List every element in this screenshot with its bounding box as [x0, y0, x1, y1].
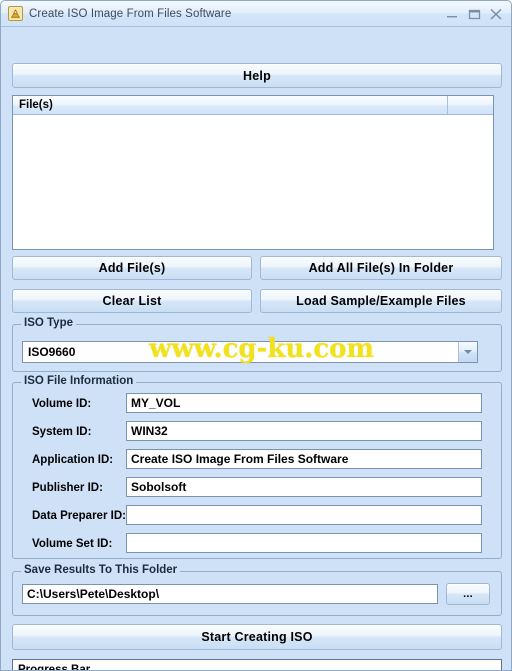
data-preparer-id-field[interactable] — [126, 505, 482, 525]
app-icon — [8, 6, 23, 21]
iso-file-information-group-label: ISO File Information — [21, 375, 137, 387]
title-bar: Create ISO Image From Files Software — [1, 1, 511, 27]
help-button[interactable]: Help — [12, 63, 502, 88]
column-header-spacer[interactable] — [448, 96, 493, 114]
add-all-files-in-folder-button-label: Add All File(s) In Folder — [308, 261, 454, 275]
file-list-header: File(s) — [13, 96, 493, 115]
minimize-icon[interactable] — [441, 4, 463, 24]
add-all-files-in-folder-button[interactable]: Add All File(s) In Folder — [260, 256, 502, 280]
chevron-down-icon[interactable] — [458, 342, 477, 362]
progress-bar: Progress Bar — [12, 659, 502, 671]
browse-folder-button-label: ... — [463, 588, 473, 600]
window-title: Create ISO Image From Files Software — [29, 7, 232, 20]
clear-list-button-label: Clear List — [102, 294, 162, 308]
start-creating-iso-button-label: Start Creating ISO — [201, 630, 313, 644]
clear-list-button[interactable]: Clear List — [12, 289, 252, 313]
iso-type-selected-value: ISO9660 — [28, 345, 76, 359]
save-folder-group-label: Save Results To This Folder — [21, 564, 181, 576]
volume-id-value: MY_VOL — [131, 396, 181, 410]
application-id-field[interactable]: Create ISO Image From Files Software — [126, 449, 482, 469]
iso-type-group: ISO Type ISO9660 — [12, 317, 502, 372]
help-button-label: Help — [243, 68, 271, 83]
maximize-icon[interactable] — [463, 4, 485, 24]
save-folder-path-value: C:\Users\Pete\Desktop\ — [27, 587, 160, 601]
system-id-label: System ID: — [32, 426, 92, 438]
iso-type-group-label: ISO Type — [21, 317, 76, 329]
application-window: Create ISO Image From Files Software Hel… — [0, 0, 512, 671]
application-id-label: Application ID: — [32, 454, 114, 466]
load-sample-example-files-button[interactable]: Load Sample/Example Files — [260, 289, 502, 313]
close-icon[interactable] — [485, 4, 507, 24]
save-folder-group: Save Results To This Folder C:\Users\Pet… — [12, 564, 502, 616]
system-id-value: WIN32 — [131, 424, 168, 438]
save-folder-path-input[interactable]: C:\Users\Pete\Desktop\ — [22, 584, 438, 604]
application-id-value: Create ISO Image From Files Software — [131, 452, 349, 466]
volume-set-id-field[interactable] — [126, 533, 482, 553]
file-list-body[interactable] — [13, 115, 493, 249]
iso-file-information-group: ISO File Information Volume ID: MY_VOL S… — [12, 375, 502, 559]
browse-folder-button[interactable]: ... — [446, 583, 490, 605]
iso-type-select[interactable]: ISO9660 — [22, 341, 478, 363]
publisher-id-label: Publisher ID: — [32, 482, 103, 494]
column-header-files[interactable]: File(s) — [13, 96, 448, 114]
system-id-field[interactable]: WIN32 — [126, 421, 482, 441]
load-sample-example-files-button-label: Load Sample/Example Files — [296, 294, 466, 308]
progress-bar-label: Progress Bar — [18, 663, 91, 671]
add-files-button-label: Add File(s) — [98, 261, 166, 275]
volume-id-field[interactable]: MY_VOL — [126, 393, 482, 413]
add-files-button[interactable]: Add File(s) — [12, 256, 252, 280]
client-area: Help File(s) Add File(s) Add All File(s)… — [1, 27, 511, 671]
publisher-id-value: Sobolsoft — [131, 480, 187, 494]
volume-set-id-label: Volume Set ID: — [32, 538, 113, 550]
volume-id-label: Volume ID: — [32, 398, 92, 410]
publisher-id-field[interactable]: Sobolsoft — [126, 477, 482, 497]
data-preparer-id-label: Data Preparer ID: — [32, 510, 126, 522]
start-creating-iso-button[interactable]: Start Creating ISO — [12, 624, 502, 650]
file-list-table[interactable]: File(s) — [12, 95, 494, 250]
